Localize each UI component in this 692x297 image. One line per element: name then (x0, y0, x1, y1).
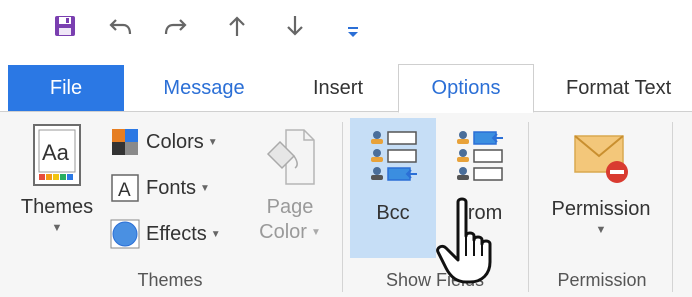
permission-button[interactable]: Permission ▼ (534, 128, 668, 236)
chevron-down-icon: ▼ (595, 224, 607, 236)
colors-label: Colors (146, 130, 204, 153)
bcc-icon (371, 131, 417, 181)
tab-options[interactable]: Options (398, 64, 534, 113)
themes-button[interactable]: Aa Themes ▼ (14, 122, 100, 234)
chevron-down-icon: ▼ (210, 228, 221, 240)
hand-cursor-icon (436, 197, 492, 284)
ribbon-tabs: File Message Insert Options Format Text (0, 64, 692, 113)
svg-text:A: A (118, 180, 131, 201)
redo-icon[interactable] (158, 8, 192, 44)
bcc-label: Bcc (376, 202, 410, 224)
tab-format-text[interactable]: Format Text (560, 64, 692, 112)
page-color-button[interactable]: Page Color ▼ (248, 126, 332, 244)
down-arrow-icon[interactable] (278, 8, 312, 44)
tab-message[interactable]: Message (148, 64, 260, 112)
themes-icon: Aa (33, 124, 81, 186)
group-divider (672, 122, 673, 292)
fonts-label: Fonts (146, 176, 197, 199)
svg-text:Aa: Aa (42, 140, 70, 165)
colors-icon (112, 129, 138, 155)
page-color-label-line2: Color (259, 221, 307, 243)
permission-label: Permission (551, 198, 651, 220)
group-label-themes: Themes (137, 270, 203, 290)
tab-file[interactable]: File (8, 65, 124, 112)
group-divider (342, 122, 343, 292)
customize-qat-icon[interactable] (336, 8, 370, 44)
group-divider (528, 122, 529, 292)
chevron-down-icon: ▼ (200, 182, 210, 194)
themes-button-label: Themes (20, 196, 94, 218)
fonts-icon: A (111, 174, 139, 202)
quick-access-toolbar (0, 0, 692, 60)
group-label-permission: Permission (557, 270, 647, 290)
undo-icon[interactable] (104, 8, 138, 44)
permission-icon (574, 135, 628, 183)
tab-insert[interactable]: Insert (300, 64, 376, 112)
bcc-button[interactable]: Bcc (350, 128, 436, 225)
effects-label: Effects (146, 222, 207, 245)
effects-button[interactable]: Effects ▼ (110, 218, 221, 250)
effects-icon (110, 219, 140, 249)
up-arrow-icon[interactable] (220, 8, 254, 44)
chevron-down-icon: ▼ (207, 136, 218, 148)
from-icon (457, 131, 503, 181)
chevron-down-icon: ▼ (310, 226, 321, 238)
colors-button[interactable]: Colors ▼ (110, 126, 218, 158)
chevron-down-icon: ▼ (51, 222, 63, 234)
page-color-icon (266, 129, 315, 185)
fonts-button[interactable]: A Fonts ▼ (110, 172, 210, 204)
save-icon[interactable] (48, 8, 82, 44)
page-color-label-line1: Page (266, 196, 314, 218)
